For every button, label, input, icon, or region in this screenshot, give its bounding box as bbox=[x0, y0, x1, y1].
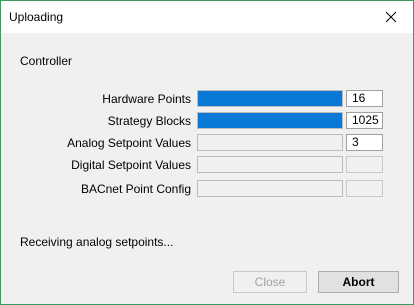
count-digital-setpoint-values bbox=[346, 156, 383, 173]
upload-dialog: Uploading Controller Hardware Points 16 … bbox=[0, 0, 414, 305]
progress-bar-digital-setpoint-values bbox=[197, 156, 343, 173]
progress-bar-strategy-blocks bbox=[197, 112, 343, 129]
window-title: Uploading bbox=[9, 10, 64, 24]
row-label-analog-setpoint-values: Analog Setpoint Values bbox=[67, 136, 191, 150]
progress-fill bbox=[198, 91, 342, 106]
close-icon bbox=[385, 11, 397, 23]
count-strategy-blocks: 1025 bbox=[346, 112, 383, 129]
progress-bar-analog-setpoint-values bbox=[197, 134, 343, 151]
row-label-hardware-points: Hardware Points bbox=[102, 92, 191, 106]
close-window-button[interactable] bbox=[369, 1, 413, 33]
progress-bar-hardware-points bbox=[197, 90, 343, 107]
row-label-strategy-blocks: Strategy Blocks bbox=[107, 114, 191, 128]
title-bar: Uploading bbox=[1, 1, 413, 33]
status-text: Receiving analog setpoints... bbox=[20, 235, 174, 249]
count-analog-setpoint-values: 3 bbox=[346, 134, 383, 151]
close-button[interactable]: Close bbox=[233, 271, 307, 293]
progress-fill bbox=[198, 113, 342, 128]
count-hardware-points: 16 bbox=[346, 90, 383, 107]
progress-bar-bacnet-point-config bbox=[197, 180, 343, 197]
abort-button[interactable]: Abort bbox=[318, 271, 399, 293]
count-bacnet-point-config bbox=[346, 180, 383, 197]
row-label-digital-setpoint-values: Digital Setpoint Values bbox=[71, 158, 191, 172]
row-label-bacnet-point-config: BACnet Point Config bbox=[80, 182, 191, 196]
section-label-controller: Controller bbox=[20, 54, 73, 68]
